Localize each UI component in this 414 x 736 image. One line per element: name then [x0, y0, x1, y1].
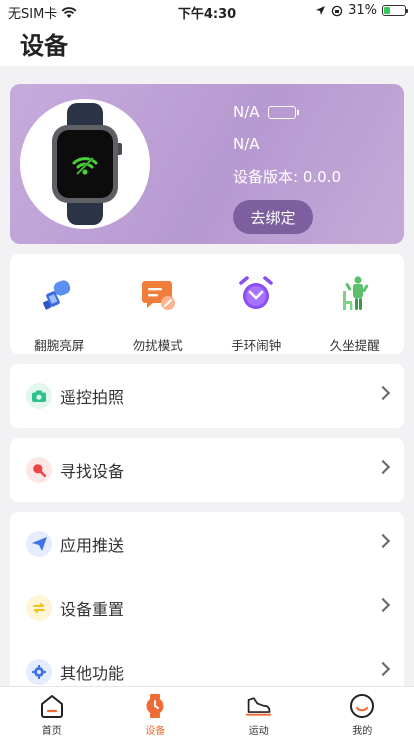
camera-icon [26, 383, 52, 409]
menu-card-remote-photo: 遥控拍照 [10, 364, 404, 428]
quick-action-label: 翻腕亮屏 [34, 338, 85, 353]
chevron-right-icon [375, 661, 391, 677]
chevron-right-icon [375, 385, 391, 401]
tab-label: 首页 [41, 726, 62, 736]
alarm-clock-icon [236, 274, 276, 313]
status-bar: 无SIM卡 下午4:30 31% [0, 0, 414, 22]
watch-icon [142, 693, 168, 719]
orientation-lock-icon [331, 5, 343, 16]
quick-action-raise-wrist[interactable]: 翻腕亮屏 [10, 254, 109, 354]
tab-bar: 首页 设备 运动 我的 [0, 686, 414, 736]
search-icon [26, 457, 52, 483]
gear-icon [26, 659, 52, 685]
sedentary-reminder-icon [335, 274, 375, 313]
do-not-disturb-icon [138, 274, 178, 313]
menu-label: 遥控拍照 [60, 388, 125, 407]
device-version: 设备版本: 0.0.0 [233, 167, 341, 186]
menu-item-remote-photo[interactable]: 遥控拍照 [10, 364, 404, 428]
raise-wrist-icon [39, 274, 79, 313]
tab-label: 设备 [145, 726, 166, 736]
device-address: N/A [233, 135, 260, 153]
device-name: N/A [233, 103, 260, 121]
tab-home[interactable]: 首页 [0, 687, 104, 736]
location-arrow-icon [316, 6, 326, 15]
menu-item-find-device[interactable]: 寻找设备 [10, 438, 404, 502]
menu-card-find-device: 寻找设备 [10, 438, 404, 502]
battery-fill [384, 7, 391, 14]
watch-body [52, 125, 122, 203]
menu-item-app-push[interactable]: 应用推送 [10, 512, 404, 576]
menu-card-settings: 应用推送 设备重置 其他功能 [10, 512, 404, 686]
tab-label: 我的 [352, 726, 373, 736]
menu-label: 寻找设备 [60, 462, 125, 481]
bind-device-button[interactable]: 去绑定 [233, 200, 313, 234]
device-battery-icon [267, 105, 299, 119]
header: 设备 [0, 22, 414, 66]
tab-mine[interactable]: 我的 [311, 687, 414, 736]
menu-label: 其他功能 [60, 664, 125, 683]
chevron-right-icon [375, 597, 391, 613]
quick-action-label: 久坐提醒 [329, 338, 380, 353]
chevron-right-icon [375, 533, 391, 549]
tab-sport[interactable]: 运动 [207, 687, 311, 736]
watch-crown [118, 143, 122, 155]
watch-screen [57, 130, 113, 198]
menu-label: 应用推送 [60, 536, 125, 555]
quick-action-label: 手环闹钟 [231, 338, 282, 353]
page-title: 设备 [20, 32, 68, 60]
reset-icon [26, 595, 52, 621]
tab-device[interactable]: 设备 [104, 687, 208, 736]
quick-action-sedentary[interactable]: 久坐提醒 [306, 254, 405, 354]
send-plane-icon [26, 531, 52, 557]
quick-action-alarm[interactable]: 手环闹钟 [207, 254, 306, 354]
menu-item-other-functions[interactable]: 其他功能 [10, 640, 404, 686]
watch-signal-icon [72, 156, 98, 176]
watch-image [20, 99, 150, 229]
shoe-icon [245, 693, 272, 719]
tab-label: 运动 [248, 726, 269, 736]
menu-item-device-reset[interactable]: 设备重置 [10, 576, 404, 640]
device-card: N/A N/A 设备版本: 0.0.0 去绑定 [10, 84, 404, 244]
quick-action-do-not-disturb[interactable]: 勿扰模式 [109, 254, 208, 354]
profile-icon [349, 693, 375, 719]
battery-icon [382, 5, 408, 16]
device-info: N/A N/A 设备版本: 0.0.0 去绑定 [233, 96, 341, 234]
battery-percent: 31% [348, 3, 377, 18]
home-icon [39, 693, 65, 719]
quick-actions-panel: 翻腕亮屏 勿扰模式 手环闹钟 久坐提醒 [10, 254, 404, 354]
chevron-right-icon [375, 459, 391, 475]
quick-action-label: 勿扰模式 [132, 338, 183, 353]
menu-label: 设备重置 [60, 600, 125, 619]
